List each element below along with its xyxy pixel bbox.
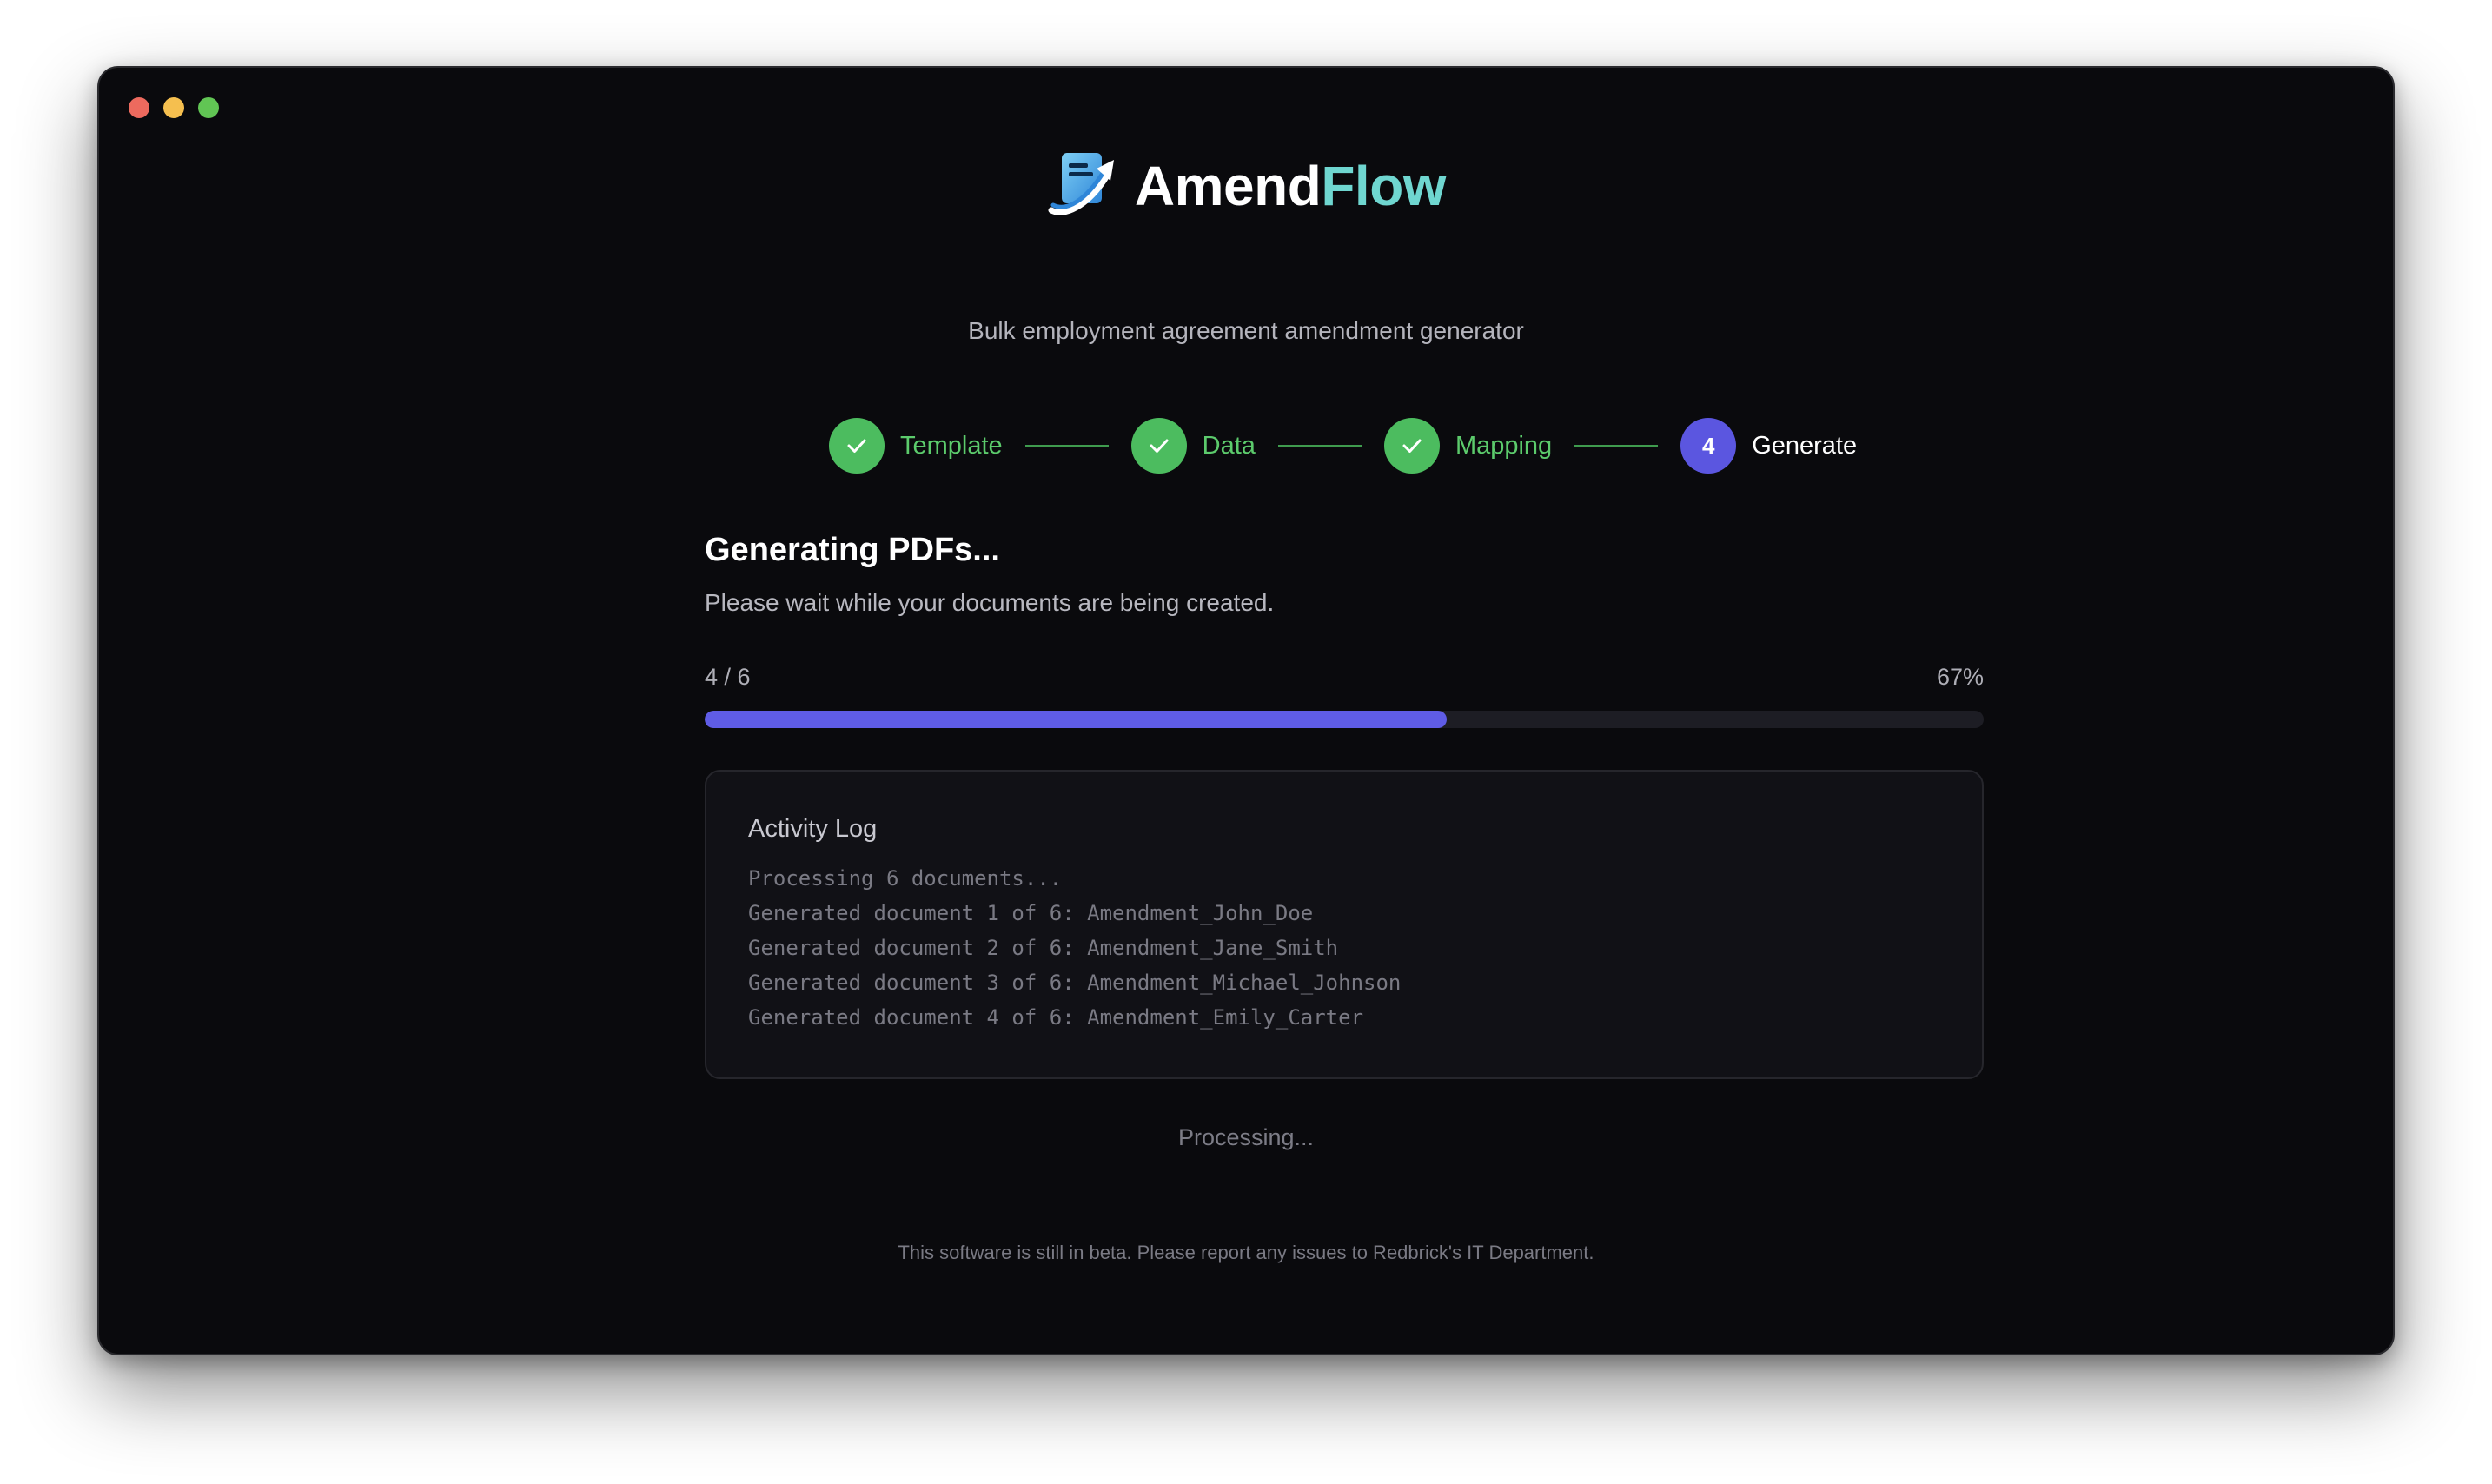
log-line: Generated document 1 of 6: Amendment_Joh… (748, 901, 1314, 925)
step-generate[interactable]: 4 Generate (1680, 418, 1857, 474)
maximize-window-button[interactable] (198, 97, 219, 118)
step-label-mapping: Mapping (1455, 431, 1553, 460)
app-name-part1: Amend (1134, 155, 1322, 217)
generation-description: Please wait while your documents are bei… (705, 589, 1275, 616)
step-label-template: Template (900, 431, 1003, 460)
log-line: Processing 6 documents... (748, 866, 1063, 891)
app-subtitle: Bulk employment agreement amendment gene… (968, 317, 1524, 344)
step-label-generate: Generate (1752, 431, 1858, 460)
progress-bar (705, 711, 1984, 728)
check-icon (1150, 439, 1169, 453)
processing-status: Processing... (1177, 1124, 1315, 1150)
document-arrow-icon (1048, 153, 1114, 215)
progress-labels: 4 / 6 67% (705, 664, 1984, 691)
step-label-data: Data (1202, 431, 1256, 460)
generation-title: Generating PDFs... (705, 532, 1000, 568)
minimize-window-button[interactable] (163, 97, 184, 118)
brand-header: AmendFlow (99, 149, 2393, 222)
beta-notice: This software is still in beta. Please r… (898, 1242, 1594, 1263)
step-done-circle (829, 418, 885, 474)
app-window: AmendFlow Bulk employment agreement amen… (97, 66, 2395, 1355)
step-template[interactable]: Template (829, 418, 1003, 474)
window-controls (129, 97, 219, 118)
step-connector (1024, 444, 1109, 447)
step-mapping[interactable]: Mapping (1383, 418, 1553, 474)
step-number-circle: 4 (1680, 418, 1737, 474)
log-line: Generated document 3 of 6: Amendment_Mic… (748, 971, 1402, 995)
check-icon (1402, 439, 1422, 453)
log-line: Generated document 4 of 6: Amendment_Emi… (748, 1005, 1364, 1030)
log-line: Generated document 2 of 6: Amendment_Jan… (748, 936, 1339, 960)
progress-count: 4 / 6 (705, 664, 751, 690)
close-window-button[interactable] (129, 97, 149, 118)
activity-log-panel: Activity Log Processing 6 documents... G… (705, 770, 1984, 1079)
progress-bar-fill (705, 711, 1447, 728)
app-name-part2: Flow (1321, 155, 1447, 217)
app-name: AmendFlow (1134, 154, 1447, 218)
wizard-stepper: Template Data Mapping 4 Generate (829, 417, 1857, 474)
step-data[interactable]: Data (1130, 418, 1256, 474)
progress-percent: 67% (1936, 664, 1984, 690)
step-done-circle (1383, 418, 1440, 474)
step-done-circle (1130, 418, 1187, 474)
check-icon (847, 439, 866, 453)
step-connector (1574, 444, 1659, 447)
activity-log-title: Activity Log (748, 815, 878, 843)
step-connector (1277, 444, 1362, 447)
